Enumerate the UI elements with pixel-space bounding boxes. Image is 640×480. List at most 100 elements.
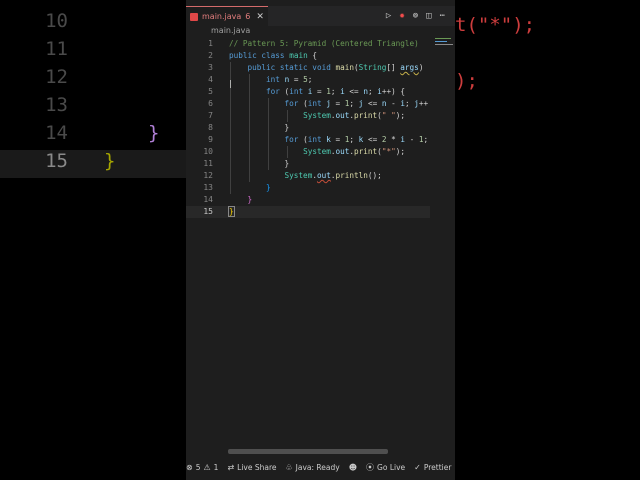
tab-problems-badge: 6 bbox=[245, 12, 251, 21]
bg-snippet: t("*"); bbox=[455, 14, 536, 36]
line-number: 2 bbox=[208, 51, 213, 60]
code-text: } bbox=[229, 159, 290, 168]
copilot-status[interactable]: ☻ bbox=[349, 463, 357, 472]
code-line: 5 for (int i = 1; i <= n; i++) { bbox=[186, 86, 455, 98]
problems-indicator[interactable]: ⊗ 5 ⚠ 1 bbox=[186, 463, 218, 472]
code-line: 9 for (int k = 1; k <= 2 * i - 1; bbox=[186, 134, 455, 146]
code-text: for (int i = 1; i <= n; i++) { bbox=[266, 87, 406, 96]
bg-line-number: 15 bbox=[45, 150, 68, 172]
go-live-label: Go Live bbox=[377, 463, 406, 472]
line-number: 4 bbox=[208, 75, 213, 84]
prettier-status[interactable]: ✓ Prettier bbox=[414, 463, 451, 472]
code-text: } bbox=[229, 183, 271, 192]
line-number: 3 bbox=[208, 63, 213, 72]
tab-main-java[interactable]: main.java 6 ✕ bbox=[186, 5, 268, 27]
tab-bar: main.java 6 ✕ ▷ ✹ ⊚ ◫ ⋯ bbox=[186, 5, 455, 27]
broadcast-icon: ⦿ bbox=[366, 463, 375, 472]
code-line: 14 } bbox=[186, 194, 455, 206]
java-status-label: Java: Ready bbox=[295, 463, 340, 472]
editor-actions: ▷ ✹ ⊚ ◫ ⋯ bbox=[386, 11, 455, 21]
code-text: } bbox=[229, 123, 290, 132]
bg-line-number: 12 bbox=[45, 66, 68, 88]
line-number: 7 bbox=[208, 111, 213, 120]
bg-snippet: ); bbox=[455, 70, 478, 92]
bg-line-number: 14 bbox=[45, 122, 68, 144]
bg-line: 12 bbox=[0, 66, 186, 94]
code-line: 2 public class main { bbox=[186, 50, 455, 62]
code-line: 10 System.out.print("*"); bbox=[186, 146, 455, 158]
debug-icon[interactable]: ✹ bbox=[399, 11, 404, 21]
line-number: 5 bbox=[208, 87, 213, 96]
bg-line: 15 } bbox=[0, 150, 186, 178]
line-number: 9 bbox=[208, 135, 213, 144]
code-line: 1 // Pattern 5: Pyramid (Centered Triangl… bbox=[186, 38, 455, 50]
live-share-button[interactable]: ⇄ Live Share bbox=[227, 463, 276, 472]
background-code-right: t("*"); ); bbox=[455, 0, 640, 480]
line-number: 1 bbox=[208, 39, 213, 48]
code-editor-window: main.java 6 ✕ ▷ ✹ ⊚ ◫ ⋯ main.java 1 // Pa… bbox=[186, 0, 455, 480]
thumbs-up-icon: ♧ bbox=[285, 463, 293, 472]
code-text: for (int j = 1; j <= n - i; j++ bbox=[284, 99, 429, 108]
java-file-icon bbox=[190, 12, 198, 21]
code-line: 11 } bbox=[186, 158, 455, 170]
bg-line-number: 13 bbox=[45, 94, 68, 116]
code-line: 13 } bbox=[186, 182, 455, 194]
warning-icon: ⚠ bbox=[203, 463, 211, 472]
double-check-icon: ✓ bbox=[414, 463, 421, 472]
breadcrumb-file[interactable]: main.java bbox=[211, 26, 250, 35]
status-bar: ⊗ 5 ⚠ 1 ⇄ Live Share ♧ Java: Ready ☻ ⦿ G… bbox=[186, 459, 455, 476]
more-actions-icon[interactable]: ⋯ bbox=[440, 11, 445, 21]
bg-line: 14 } bbox=[0, 122, 186, 150]
line-number: 15 bbox=[203, 207, 213, 216]
close-icon[interactable]: ✕ bbox=[256, 12, 264, 22]
split-editor-icon[interactable]: ◫ bbox=[426, 11, 431, 21]
run-icon[interactable]: ▷ bbox=[386, 11, 391, 21]
text-cursor bbox=[230, 80, 231, 88]
prettier-label: Prettier bbox=[423, 463, 452, 472]
bg-line: 13 bbox=[0, 94, 186, 122]
line-number: 13 bbox=[203, 183, 213, 192]
bg-line-number: 11 bbox=[45, 38, 68, 60]
line-number: 11 bbox=[203, 159, 213, 168]
code-text: System.out.print("*"); bbox=[303, 147, 405, 156]
code-line: 6 for (int j = 1; j <= n - i; j++ bbox=[186, 98, 455, 110]
code-text: // Pattern 5: Pyramid (Centered Triangle… bbox=[229, 39, 419, 48]
line-number: 14 bbox=[203, 195, 213, 204]
line-number: 12 bbox=[203, 171, 213, 180]
bg-line: 11 bbox=[0, 38, 186, 66]
horizontal-scrollbar[interactable] bbox=[228, 449, 388, 454]
code-text: public class main { bbox=[229, 51, 317, 60]
code-text: System.out.println(); bbox=[284, 171, 382, 180]
breadcrumb[interactable]: main.java bbox=[211, 26, 250, 38]
code-text: public static void main(String[] args) bbox=[247, 63, 424, 72]
bg-line-number: 10 bbox=[45, 10, 68, 32]
live-share-label: Live Share bbox=[237, 463, 277, 472]
line-number: 8 bbox=[208, 123, 213, 132]
warning-count: 1 bbox=[213, 463, 219, 472]
code-line-current: 15} bbox=[186, 206, 430, 218]
code-text: for (int k = 1; k <= 2 * i - 1; bbox=[284, 135, 429, 144]
bg-line: 10 bbox=[0, 10, 186, 38]
line-number: 6 bbox=[208, 99, 213, 108]
code-line: 4 int n = 5; bbox=[186, 74, 455, 86]
copilot-icon: ☻ bbox=[348, 463, 358, 472]
line-number: 10 bbox=[203, 147, 213, 156]
code-text: } bbox=[229, 195, 253, 204]
code-line: 3 public static void main(String[] args) bbox=[186, 62, 455, 74]
error-count: 5 bbox=[195, 463, 201, 472]
bg-brace: } bbox=[104, 150, 116, 172]
tab-filename: main.java bbox=[202, 12, 242, 21]
java-status[interactable]: ♧ Java: Ready bbox=[285, 463, 339, 472]
error-icon: ⊗ bbox=[186, 463, 193, 472]
background-code-left: 10 11 12 13 14 } 15 } bbox=[0, 0, 186, 480]
code-text: int n = 5; bbox=[266, 75, 313, 84]
go-live-button[interactable]: ⦿ Go Live bbox=[366, 462, 405, 473]
live-share-icon: ⇄ bbox=[227, 463, 235, 472]
code-text: System.out.print(" "); bbox=[303, 111, 405, 120]
settings-icon[interactable]: ⊚ bbox=[413, 11, 418, 21]
code-line: 8 } bbox=[186, 122, 455, 134]
code-line: 12 System.out.println(); bbox=[186, 170, 455, 182]
bg-brace: } bbox=[148, 122, 160, 144]
code-line: 7 System.out.print(" "); bbox=[186, 110, 455, 122]
code-text: } bbox=[228, 206, 235, 217]
